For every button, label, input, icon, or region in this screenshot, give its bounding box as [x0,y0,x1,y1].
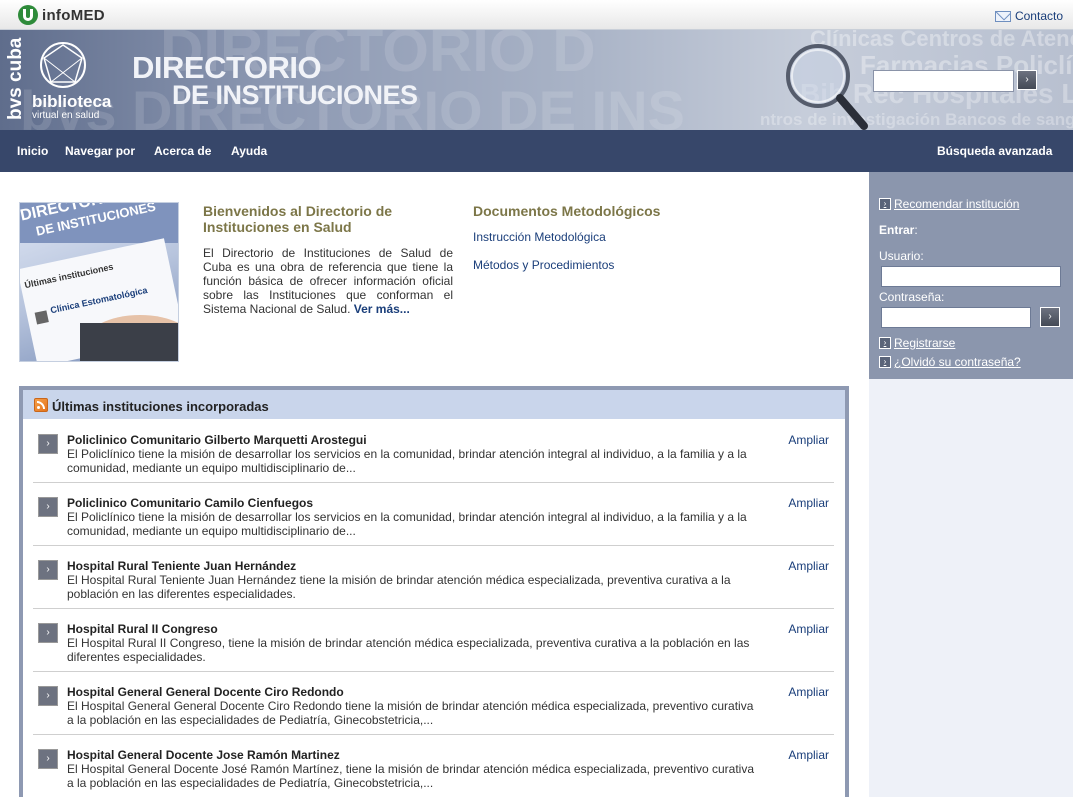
header-banner: DIRECTORIO D bvs DIRECTORIO DE INS Clíni… [0,30,1073,130]
main-nav: Inicio Navegar por Acerca de Ayuda Búsqu… [0,130,1073,172]
virtual-en-salud-label: virtual en salud [32,110,100,121]
arrow-icon[interactable]: › [38,560,58,580]
register-link[interactable]: › Registrarse [879,336,955,350]
login-panel: › Recomendar institución Entrar: Usuario… [869,172,1073,379]
ampliar-link[interactable]: Ampliar [788,559,829,573]
welcome-text: El Directorio de Instituciones de Salud … [203,246,453,316]
welcome-body: El Directorio de Instituciones de Salud … [203,246,453,316]
login-submit-button[interactable]: › [1040,307,1060,327]
list-item: › Hospital Rural Teniente Juan Hernández… [33,546,834,609]
enter-label: Entrar [879,223,915,237]
top-bar: infoMED Contacto [0,0,1073,30]
nav-busqueda-avanzada[interactable]: Búsqueda avanzada [937,144,1052,158]
forgot-password-link[interactable]: › ¿Olvidó su contraseña? [879,355,1021,369]
institution-name[interactable]: Hospital General General Docente Ciro Re… [67,685,344,699]
banner-title-line2: DE INSTITUCIONES [172,80,418,110]
docs-title: Documentos Metodológicos [473,203,661,219]
forgot-password-label: ¿Olvidó su contraseña? [894,355,1021,369]
institution-name[interactable]: Hospital General Docente Jose Ramón Mart… [67,748,340,762]
user-label: Usuario: [879,249,924,263]
infomed-logo[interactable]: infoMED [18,5,105,25]
password-label: Contraseña: [879,290,945,304]
contact-link[interactable]: Contacto [994,9,1063,23]
right-sidebar: › Recomendar institución Entrar: Usuario… [869,172,1073,797]
arrow-icon[interactable]: › [38,434,58,454]
biblioteca-globe-icon [40,42,86,88]
recommend-label: Recomendar institución [894,197,1020,211]
list-item: › Hospital General Docente Jose Ramón Ma… [33,735,834,797]
arrow-icon[interactable]: › [38,497,58,517]
arrow-icon[interactable]: › [38,686,58,706]
contact-label: Contacto [1014,9,1063,23]
institution-name[interactable]: Hospital Rural Teniente Juan Hernández [67,559,296,573]
ver-mas-link[interactable]: Ver más... [354,302,410,316]
biblioteca-label: biblioteca [32,92,112,111]
arrow-icon[interactable]: › [38,749,58,769]
username-input[interactable] [881,266,1061,287]
arrow-icon: › [879,356,891,368]
search-button[interactable]: › [1017,70,1037,90]
arrow-icon: › [879,198,891,210]
nav-ayuda[interactable]: Ayuda [231,144,267,158]
password-input[interactable] [881,307,1031,328]
institution-description: El Hospital General Docente José Ramón M… [67,762,755,790]
bvs-cuba-text: bvs cuba [5,37,26,120]
institution-name[interactable]: Policlinico Comunitario Gilberto Marquet… [67,433,367,447]
arrow-icon: › [879,337,891,349]
institution-description: El Hospital Rural II Congreso, tiene la … [67,636,750,664]
ampliar-link[interactable]: Ampliar [788,433,829,447]
doc-link-instruccion[interactable]: Instrucción Metodológica [473,230,606,244]
doc-link-metodos[interactable]: Métodos y Procedimientos [473,258,614,272]
latest-title: Últimas instituciones incorporadas [52,399,269,414]
infomed-logo-text: infoMED [42,6,105,24]
institution-description: El Policlínico tiene la misión de desarr… [67,510,747,538]
ampliar-link[interactable]: Ampliar [788,622,829,636]
list-item: › Policlinico Comunitario Camilo Cienfue… [33,483,834,546]
nav-acerca-de[interactable]: Acerca de [154,144,211,158]
intro-illustration: DIRECTORIO DE INSTITUCIONES Últimas inst… [20,203,178,361]
infomed-logo-icon [18,5,38,25]
envelope-icon [994,10,1011,22]
latest-header: Últimas instituciones incorporadas [23,390,845,420]
nav-inicio[interactable]: Inicio [17,144,48,158]
welcome-title: Bienvenidos al Directorio de Institucion… [203,203,393,235]
list-item: › Hospital General General Docente Ciro … [33,672,834,735]
rss-icon[interactable] [34,398,48,412]
ampliar-link[interactable]: Ampliar [788,496,829,510]
institution-description: El Hospital General General Docente Ciro… [67,699,754,727]
register-label: Registrarse [894,336,956,350]
intro-image: DIRECTORIO DE INSTITUCIONES Últimas inst… [19,202,179,362]
arrow-icon[interactable]: › [38,623,58,643]
latest-institutions-panel: Últimas instituciones incorporadas › Pol… [19,386,849,797]
list-item: › Policlinico Comunitario Gilberto Marqu… [33,420,834,483]
ampliar-link[interactable]: Ampliar [788,748,829,762]
institution-name[interactable]: Hospital Rural II Congreso [67,622,218,636]
list-item: › Hospital Rural II Congreso El Hospital… [33,609,834,672]
search-input[interactable] [873,70,1014,92]
institution-description: El Hospital Rural Teniente Juan Hernánde… [67,573,731,601]
magnifier-icon [786,44,868,130]
latest-list: › Policlinico Comunitario Gilberto Marqu… [33,420,834,797]
bvs-cuba-logo: bvs cuba [5,38,27,122]
enter-heading: Entrar: [879,223,918,237]
ampliar-link[interactable]: Ampliar [788,685,829,699]
recommend-link[interactable]: › Recomendar institución [879,197,1019,211]
institution-description: El Policlínico tiene la misión de desarr… [67,447,747,475]
nav-navegar-por[interactable]: Navegar por [65,144,135,158]
institution-name[interactable]: Policlinico Comunitario Camilo Cienfuego… [67,496,313,510]
